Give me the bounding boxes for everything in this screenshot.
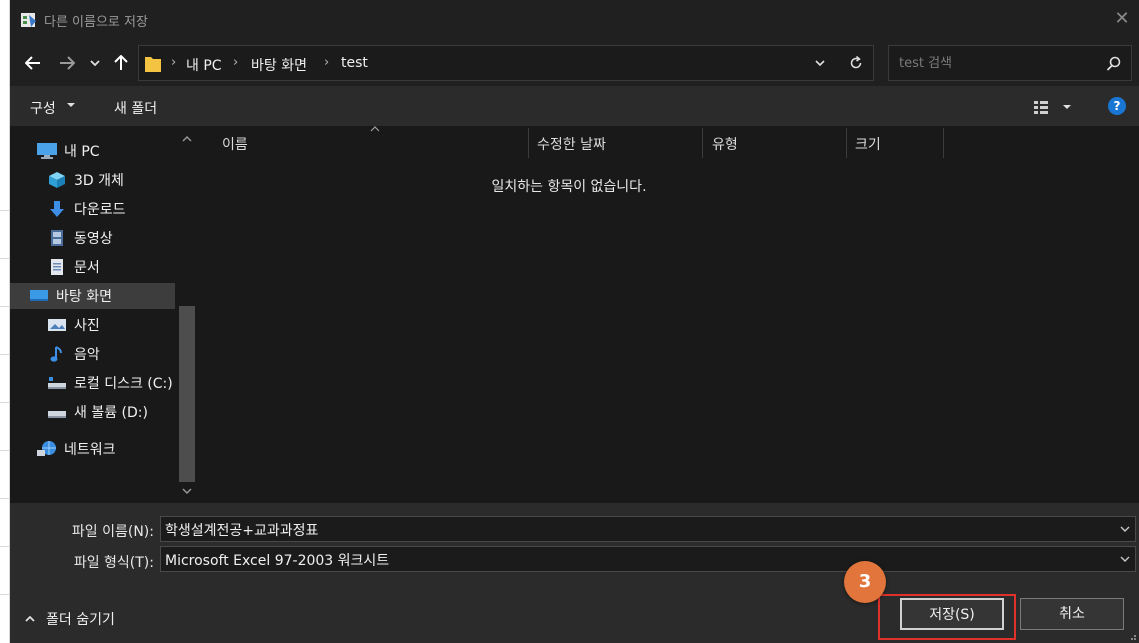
address-bar[interactable]: › 내 PC › 바탕 화면 › test bbox=[138, 45, 874, 81]
save-button[interactable]: 저장(S) bbox=[900, 598, 1004, 630]
filetype-value: Microsoft Excel 97-2003 워크시트 bbox=[165, 553, 390, 569]
up-arrow-icon[interactable] bbox=[110, 52, 132, 74]
network-icon bbox=[36, 440, 58, 458]
empty-list-message: 일치하는 항목이 없습니다. bbox=[491, 179, 647, 195]
sidebar-item-new-volume-d[interactable]: 새 볼륨 (D:) bbox=[28, 399, 176, 425]
organize-menu-button[interactable]: 구성 bbox=[30, 98, 56, 118]
column-divider bbox=[702, 128, 703, 158]
breadcrumb-separator-icon: › bbox=[324, 55, 330, 70]
scroll-up-chevron-icon[interactable] bbox=[180, 132, 194, 146]
sidebar-item-music[interactable]: 음악 bbox=[28, 341, 176, 367]
save-as-dialog: 다른 이름으로 저장 ✕ › 내 PC › 바탕 화면 › test test … bbox=[10, 0, 1139, 643]
filename-combobox[interactable] bbox=[160, 516, 1136, 542]
breadcrumb-my-pc[interactable]: 내 PC bbox=[186, 55, 222, 75]
view-options-icon[interactable] bbox=[1032, 98, 1078, 116]
scrollbar-thumb[interactable] bbox=[179, 306, 195, 482]
column-divider bbox=[943, 128, 944, 158]
hide-folders-toggle[interactable]: 폴더 숨기기 bbox=[24, 609, 115, 629]
caret-down-icon bbox=[67, 103, 75, 107]
sidebar-item-3d-objects[interactable]: 3D 개체 bbox=[28, 167, 176, 193]
back-arrow-icon[interactable] bbox=[22, 52, 44, 74]
excel-app-icon bbox=[21, 13, 36, 27]
breadcrumb-desktop[interactable]: 바탕 화면 bbox=[251, 55, 307, 75]
filetype-label: 파일 형식(T): bbox=[73, 555, 154, 571]
breadcrumb-separator-icon: › bbox=[171, 55, 177, 70]
search-input[interactable] bbox=[899, 53, 1099, 73]
cancel-button[interactable]: 취소 bbox=[1020, 598, 1124, 630]
new-folder-button[interactable]: 새 폴더 bbox=[114, 98, 157, 118]
music-icon bbox=[46, 345, 68, 363]
local-disk-icon bbox=[46, 374, 68, 392]
breadcrumb-separator-icon: › bbox=[233, 55, 239, 70]
folder-icon bbox=[145, 57, 161, 72]
help-icon[interactable]: ? bbox=[1108, 97, 1126, 115]
column-header-date-modified[interactable]: 수정한 날짜 bbox=[537, 134, 606, 154]
pictures-icon bbox=[46, 316, 68, 334]
address-dropdown-icon[interactable] bbox=[811, 54, 829, 72]
column-divider bbox=[846, 128, 847, 158]
filename-label: 파일 이름(N): bbox=[71, 524, 154, 540]
navigation-pane: 내 PC 3D 개체 다운로드 동영상 문서 바탕 화면 사진 음악 로컬 디스… bbox=[10, 126, 198, 503]
scroll-down-chevron-icon[interactable] bbox=[180, 484, 194, 498]
pc-icon bbox=[36, 142, 58, 160]
breadcrumb-test[interactable]: test bbox=[341, 55, 368, 71]
sidebar-item-my-pc[interactable]: 내 PC bbox=[28, 138, 176, 164]
sidebar-scrollbar[interactable] bbox=[178, 126, 196, 503]
search-icon[interactable] bbox=[1105, 55, 1123, 73]
dialog-title: 다른 이름으로 저장 bbox=[44, 15, 148, 30]
filename-input[interactable] bbox=[165, 520, 1105, 540]
forward-arrow-icon[interactable] bbox=[56, 52, 78, 74]
step-number-badge: 3 bbox=[844, 561, 886, 603]
save-form-area: 파일 이름(N): 파일 형식(T): Microsoft Excel 97-2… bbox=[10, 503, 1139, 643]
chevron-down-icon[interactable] bbox=[1119, 523, 1131, 535]
3d-objects-icon bbox=[46, 171, 68, 189]
filetype-select[interactable]: Microsoft Excel 97-2003 워크시트 bbox=[160, 546, 1136, 572]
column-header-name[interactable]: 이름 bbox=[222, 134, 248, 154]
column-header-type[interactable]: 유형 bbox=[712, 134, 738, 154]
background-sheet-edge bbox=[0, 0, 10, 643]
hide-folders-label: 폴더 숨기기 bbox=[46, 612, 115, 628]
chevron-up-icon bbox=[25, 615, 35, 622]
chevron-down-icon[interactable] bbox=[1119, 553, 1131, 565]
sidebar-item-desktop[interactable]: 바탕 화면 bbox=[10, 283, 175, 309]
column-divider bbox=[528, 128, 529, 158]
resize-grip-icon[interactable] bbox=[1127, 631, 1137, 641]
drive-icon bbox=[46, 403, 68, 421]
document-icon bbox=[46, 258, 68, 276]
command-toolbar: 구성 새 폴더 ? bbox=[10, 86, 1139, 126]
file-list-pane: 이름 수정한 날짜 유형 크기 일치하는 항목이 없습니다. bbox=[198, 126, 1139, 503]
sort-ascending-icon bbox=[370, 126, 380, 132]
close-icon[interactable]: ✕ bbox=[1111, 8, 1133, 30]
download-icon bbox=[46, 200, 68, 218]
sidebar-item-network[interactable]: 네트워크 bbox=[28, 436, 176, 462]
sidebar-item-downloads[interactable]: 다운로드 bbox=[28, 196, 176, 222]
search-box[interactable] bbox=[888, 45, 1132, 81]
column-header-size[interactable]: 크기 bbox=[855, 134, 881, 154]
recent-locations-chevron-icon[interactable] bbox=[86, 52, 104, 74]
sidebar-item-videos[interactable]: 동영상 bbox=[28, 225, 176, 251]
video-icon bbox=[46, 229, 68, 247]
sidebar-item-pictures[interactable]: 사진 bbox=[28, 312, 176, 338]
sidebar-item-documents[interactable]: 문서 bbox=[28, 254, 176, 280]
desktop-icon bbox=[28, 287, 50, 305]
refresh-icon[interactable] bbox=[847, 54, 865, 72]
sidebar-item-local-disk-c[interactable]: 로컬 디스크 (C:) bbox=[28, 370, 176, 396]
title-bar: 다른 이름으로 저장 ✕ bbox=[10, 0, 1139, 40]
navigation-bar: › 내 PC › 바탕 화면 › test bbox=[10, 40, 1139, 86]
